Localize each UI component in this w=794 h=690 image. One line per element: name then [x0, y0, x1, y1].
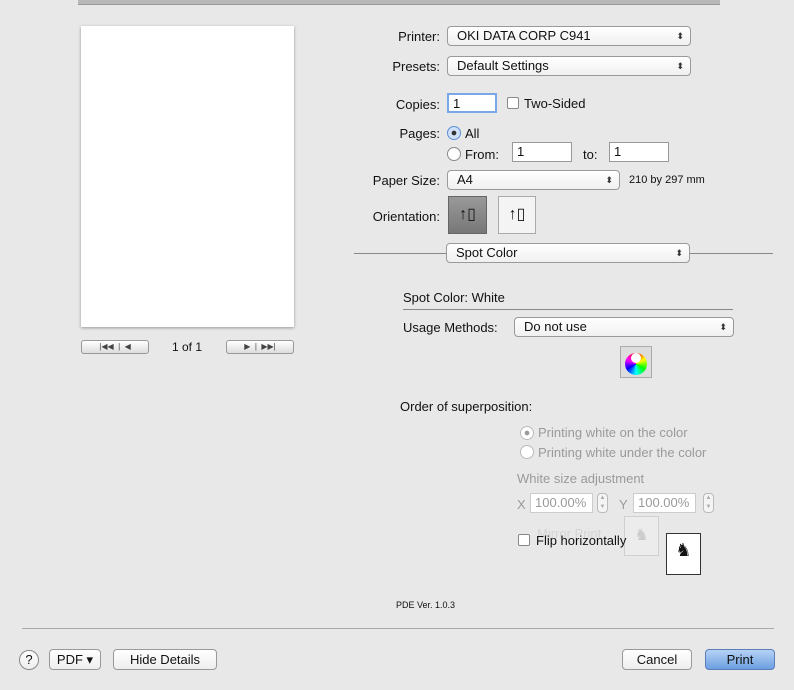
flip-horizontally-checkbox[interactable]: [518, 534, 530, 546]
white-on-color-label: Printing white on the color: [538, 425, 688, 440]
cancel-button[interactable]: Cancel: [622, 649, 692, 670]
orientation-label: Orientation:: [372, 209, 440, 224]
to-input[interactable]: 1: [609, 142, 669, 162]
copies-label: Copies:: [395, 97, 440, 112]
help-button[interactable]: ?: [19, 650, 39, 670]
page-preview: [81, 26, 294, 327]
flip-preview-icon: ♞: [666, 533, 701, 575]
page-count: 1 of 1: [172, 340, 203, 354]
white-on-color-radio[interactable]: [520, 426, 534, 440]
usage-label: Usage Methods:: [403, 320, 498, 335]
updown-arrow-icon: ⬍: [676, 61, 684, 71]
window-top-edge: [78, 0, 720, 5]
paper-dims: 210 by 297 mm: [629, 174, 705, 186]
usage-select[interactable]: Do not use ⬍: [514, 317, 734, 337]
paper-size-value: A4: [457, 172, 473, 187]
x-label: X: [517, 497, 526, 512]
first-prev-page-button[interactable]: |◀◀ | ◀: [81, 340, 149, 354]
updown-arrow-icon: ⬍: [605, 175, 613, 185]
landscape-icon[interactable]: ↑▯: [498, 196, 536, 234]
x-size-input[interactable]: 100.00%: [530, 493, 593, 513]
y-size-input[interactable]: 100.00%: [633, 493, 696, 513]
presets-select[interactable]: Default Settings ⬍: [447, 56, 691, 76]
white-size-label: White size adjustment: [517, 471, 645, 486]
printer-value: OKI DATA CORP C941: [457, 28, 591, 43]
panel-value: Spot Color: [456, 245, 518, 260]
pages-all-radio[interactable]: [447, 126, 461, 140]
flip-horizontally-label: Flip horizontally: [536, 533, 627, 548]
next-last-page-button[interactable]: ▶ | ▶▶|: [226, 340, 294, 354]
divider: [354, 253, 446, 254]
pde-version: PDE Ver. 1.0.3: [396, 600, 456, 610]
hide-details-button[interactable]: Hide Details: [113, 649, 217, 670]
copies-input[interactable]: 1: [447, 93, 497, 113]
order-label: Order of superposition:: [400, 399, 533, 414]
spot-color-title: Spot Color: White: [403, 290, 505, 305]
updown-arrow-icon: ⬍: [719, 322, 727, 332]
pdf-menu-button[interactable]: PDF ▾: [49, 649, 101, 670]
pages-from-label: From:: [465, 147, 499, 162]
divider: [22, 628, 774, 629]
divider: [690, 253, 773, 254]
portrait-icon[interactable]: ↑▯: [448, 196, 487, 234]
updown-arrow-icon: ⬍: [676, 31, 684, 41]
color-wheel-icon[interactable]: [620, 346, 652, 378]
two-sided-label: Two-Sided: [524, 96, 586, 111]
mirror-preview-icon: ♞: [624, 516, 659, 556]
y-label: Y: [619, 497, 628, 512]
y-stepper[interactable]: ▲ ▼: [703, 493, 714, 513]
two-sided-checkbox[interactable]: [507, 97, 519, 109]
paper-size-label: Paper Size:: [372, 173, 440, 188]
x-stepper[interactable]: ▲ ▼: [597, 493, 608, 513]
pages-from-radio[interactable]: [447, 147, 461, 161]
paper-size-select[interactable]: A4 ⬍: [447, 170, 620, 190]
print-button[interactable]: Print: [705, 649, 775, 670]
from-input[interactable]: 1: [512, 142, 572, 162]
panel-select[interactable]: Spot Color ⬍: [446, 243, 690, 263]
white-under-color-label: Printing white under the color: [538, 445, 707, 460]
updown-arrow-icon: ⬍: [675, 248, 683, 258]
divider: [403, 309, 733, 310]
pages-label: Pages:: [399, 126, 440, 141]
presets-value: Default Settings: [457, 58, 549, 73]
printer-label: Printer:: [398, 29, 440, 44]
printer-select[interactable]: OKI DATA CORP C941 ⬍: [447, 26, 691, 46]
white-under-color-radio[interactable]: [520, 445, 534, 459]
presets-label: Presets:: [392, 59, 440, 74]
pages-all-label: All: [465, 126, 480, 141]
to-label: to:: [583, 147, 598, 162]
usage-value: Do not use: [524, 319, 587, 334]
